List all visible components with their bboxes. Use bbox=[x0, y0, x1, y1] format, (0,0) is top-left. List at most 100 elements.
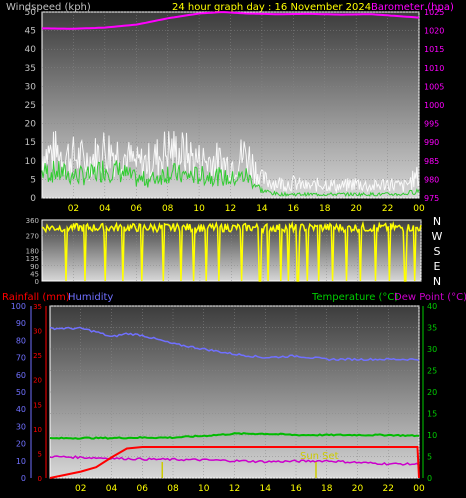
hour-tick-label: 18 bbox=[321, 484, 333, 494]
barometer-tick-label: 990 bbox=[424, 138, 439, 147]
windspeed-axis-title: Windspeed (kph) bbox=[6, 2, 91, 13]
rain-ticks: 0 5 10 15 20 25 30 35 bbox=[33, 303, 42, 483]
hour-tick-label: 20 bbox=[350, 204, 362, 214]
rain-tick-label: 30 bbox=[33, 328, 42, 336]
compass-label: N bbox=[433, 215, 441, 228]
direction-tick-label: 360 bbox=[26, 217, 39, 225]
barometer-tick-label: 980 bbox=[424, 175, 439, 184]
temperature-tick-label: 20 bbox=[427, 388, 437, 397]
windspeed-tick-label: 35 bbox=[25, 64, 36, 74]
hour-tick-label: 20 bbox=[352, 484, 364, 494]
barometer-tick-label: 995 bbox=[424, 120, 439, 129]
graph-title: 24 hour graph day : 16 November 2024 bbox=[172, 2, 371, 13]
hour-tick-label: 10 bbox=[193, 204, 205, 214]
windspeed-tick-label: 30 bbox=[25, 82, 37, 92]
temperature-tick-label: 5 bbox=[427, 453, 432, 462]
weather-graph: Windspeed (kph) 24 hour graph day : 16 N… bbox=[2, 2, 466, 494]
barometer-tick-label: 985 bbox=[424, 157, 439, 166]
windspeed-tick-label: 40 bbox=[25, 45, 37, 55]
barometer-tick-label: 1005 bbox=[424, 82, 444, 91]
windspeed-tick-label: 10 bbox=[25, 157, 37, 167]
barometer-tick-label: 1025 bbox=[424, 8, 444, 17]
hour-tick-label: 06 bbox=[137, 484, 149, 494]
humidity-tick-label: 10 bbox=[16, 457, 26, 466]
windspeed-tick-label: 5 bbox=[30, 175, 36, 185]
temperature-tick-label: 25 bbox=[427, 367, 437, 376]
hour-tick-label: 14 bbox=[260, 484, 272, 494]
windspeed-tick-label: 50 bbox=[25, 8, 37, 18]
temperature-ticks: 0 5 10 15 20 25 30 35 40 bbox=[427, 302, 437, 483]
hour-tick-label: 02 bbox=[75, 484, 86, 494]
hour-tick-label: 12 bbox=[229, 484, 240, 494]
rain-tick-label: 5 bbox=[38, 450, 42, 458]
hour-tick-label: 06 bbox=[131, 204, 143, 214]
rain-tick-label: 15 bbox=[33, 401, 42, 409]
hour-tick-label: 00 bbox=[413, 204, 425, 214]
humidity-axis-title: Humidity bbox=[68, 292, 113, 303]
barometer-tick-label: 1010 bbox=[424, 64, 444, 73]
temperature-tick-label: 35 bbox=[427, 324, 437, 333]
humidity-tick-label: 30 bbox=[16, 422, 26, 431]
barometer-tick-label: 975 bbox=[424, 194, 439, 203]
temperature-tick-label: 40 bbox=[427, 302, 437, 311]
hour-tick-label: 12 bbox=[225, 204, 236, 214]
direction-tick-label: 0 bbox=[35, 278, 39, 286]
humidity-tick-label: 20 bbox=[16, 440, 26, 449]
temperature-axis-title: Temperature (°C) bbox=[311, 292, 398, 303]
temperature-tick-label: 15 bbox=[427, 410, 437, 419]
humidity-tick-label: 80 bbox=[16, 336, 26, 345]
hour-tick-label: 18 bbox=[319, 204, 331, 214]
rain-tick-label: 20 bbox=[33, 377, 42, 385]
humidity-tick-label: 60 bbox=[16, 371, 26, 380]
compass-label: N bbox=[433, 275, 441, 288]
humidity-ticks: 0 10 20 30 40 50 60 70 80 90 100 bbox=[11, 302, 26, 483]
barometer-tick-label: 1000 bbox=[424, 101, 444, 110]
compass-label: W bbox=[432, 230, 443, 243]
barometer-ticks: 975 980 985 990 995 1000 1005 1010 1015 1020 1025 bbox=[424, 8, 444, 203]
windspeed-tick-label: 15 bbox=[25, 138, 36, 148]
wind-hour-ticks: 02 04 06 08 10 12 14 16 18 20 22 00 bbox=[68, 204, 425, 214]
rain-hour-ticks: 02 04 06 08 10 12 14 16 18 20 22 00 bbox=[75, 484, 425, 494]
hour-tick-label: 04 bbox=[99, 204, 111, 214]
humidity-tick-label: 100 bbox=[11, 302, 26, 311]
hour-tick-label: 04 bbox=[106, 484, 118, 494]
direction-tick-label: 45 bbox=[30, 270, 39, 278]
windspeed-tick-label: 25 bbox=[25, 101, 36, 111]
hour-tick-label: 08 bbox=[167, 484, 179, 494]
windspeed-ticks: 0 5 10 15 20 25 30 35 40 45 50 bbox=[25, 8, 37, 204]
rain-tick-label: 25 bbox=[33, 352, 42, 360]
barometer-tick-label: 1020 bbox=[424, 27, 444, 36]
hour-tick-label: 02 bbox=[68, 204, 79, 214]
humidity-tick-label: 50 bbox=[16, 388, 26, 397]
direction-tick-label: 270 bbox=[26, 232, 39, 240]
hour-tick-label: 08 bbox=[162, 204, 174, 214]
temperature-tick-label: 30 bbox=[427, 345, 437, 354]
direction-tick-label: 90 bbox=[30, 263, 39, 271]
hour-tick-label: 00 bbox=[413, 484, 425, 494]
windspeed-tick-label: 0 bbox=[30, 194, 36, 204]
compass-label: S bbox=[434, 245, 441, 258]
rain-tick-label: 35 bbox=[33, 303, 42, 311]
rain-temp-panel bbox=[49, 305, 420, 479]
humidity-tick-label: 70 bbox=[16, 354, 26, 363]
hour-tick-label: 16 bbox=[288, 204, 300, 214]
humidity-tick-label: 0 bbox=[21, 474, 26, 483]
rain-tick-label: 0 bbox=[38, 475, 42, 483]
hour-tick-label: 14 bbox=[256, 204, 268, 214]
hour-tick-label: 22 bbox=[383, 484, 394, 494]
windspeed-tick-label: 20 bbox=[25, 120, 37, 130]
hour-tick-label: 10 bbox=[198, 484, 210, 494]
direction-tick-label: 135 bbox=[26, 255, 39, 263]
temperature-tick-label: 0 bbox=[427, 474, 432, 483]
compass-label: E bbox=[434, 260, 441, 273]
barometer-tick-label: 1015 bbox=[424, 45, 444, 54]
temperature-tick-label: 10 bbox=[427, 431, 437, 440]
windspeed-tick-label: 45 bbox=[25, 27, 36, 37]
hour-tick-label: 16 bbox=[290, 484, 302, 494]
humidity-tick-label: 90 bbox=[16, 319, 26, 328]
direction-tick-label: 180 bbox=[26, 248, 39, 256]
compass-labels: NWSEN bbox=[432, 215, 443, 288]
direction-ticks: 04590135180 270 360 bbox=[26, 217, 39, 286]
hour-tick-label: 22 bbox=[382, 204, 393, 214]
sunset-label: Sun Set bbox=[300, 451, 339, 462]
